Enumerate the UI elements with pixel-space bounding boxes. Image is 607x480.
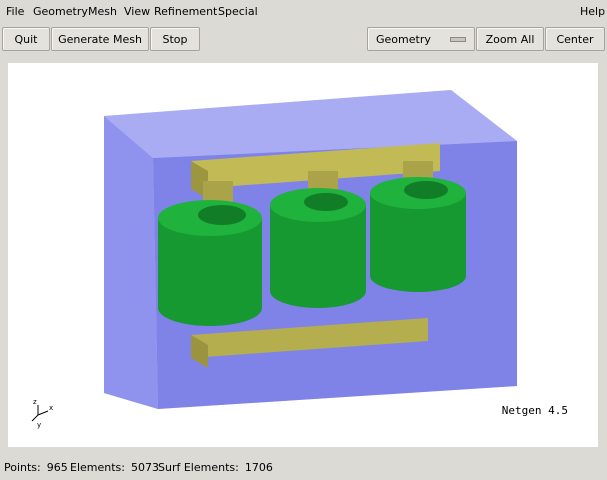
- menu-geometry[interactable]: Geometry: [33, 5, 88, 18]
- surf-elements-value: 1706: [244, 461, 273, 474]
- menu-mesh[interactable]: Mesh: [88, 5, 117, 18]
- mode-select-value: Geometry: [376, 32, 431, 46]
- coil-left: [158, 200, 262, 326]
- toolbar: Quit Generate Mesh Stop Geometry Zoom Al…: [0, 24, 607, 54]
- coil-middle: [270, 188, 366, 308]
- stop-button[interactable]: Stop: [150, 27, 200, 51]
- points-label: Points:: [4, 461, 41, 474]
- axis-z-label: z: [33, 398, 37, 406]
- quit-button[interactable]: Quit: [2, 27, 50, 51]
- generate-mesh-button[interactable]: Generate Mesh: [51, 27, 149, 51]
- axis-y-label: y: [37, 421, 42, 429]
- mode-select[interactable]: Geometry: [367, 27, 475, 51]
- menu-refinement[interactable]: Refinement: [154, 5, 217, 18]
- axis-triad: z x y: [28, 398, 58, 431]
- axis-x-label: x: [49, 404, 54, 412]
- menu-special[interactable]: Special: [218, 5, 258, 18]
- points-value: 965: [46, 461, 68, 474]
- status-bar: Points: 965 Elements: 5073 Surf Elements: 1…: [0, 456, 607, 480]
- status-surf-elements: Surf Elements: 1706: [158, 461, 273, 474]
- geometry-render: [104, 90, 517, 409]
- domain-box-left: [104, 116, 158, 409]
- menu-help[interactable]: Help: [580, 5, 605, 18]
- option-menu-indicator-icon: [450, 37, 466, 42]
- center-button[interactable]: Center: [545, 27, 605, 51]
- status-points: Points: 965: [4, 461, 68, 474]
- version-label: Netgen 4.5: [501, 404, 568, 417]
- menu-bar: File Geometry Mesh View Refinement Speci…: [0, 0, 607, 22]
- status-elements: Elements: 5073: [70, 461, 159, 474]
- coil-right: [370, 177, 466, 292]
- surf-elements-label: Surf Elements:: [158, 461, 239, 474]
- elements-label: Elements:: [70, 461, 125, 474]
- zoom-all-button[interactable]: Zoom All: [476, 27, 544, 51]
- elements-value: 5073: [130, 461, 159, 474]
- menu-view[interactable]: View: [124, 5, 150, 18]
- render-viewport[interactable]: z x y Netgen 4.5: [8, 63, 598, 447]
- menu-file[interactable]: File: [6, 5, 24, 18]
